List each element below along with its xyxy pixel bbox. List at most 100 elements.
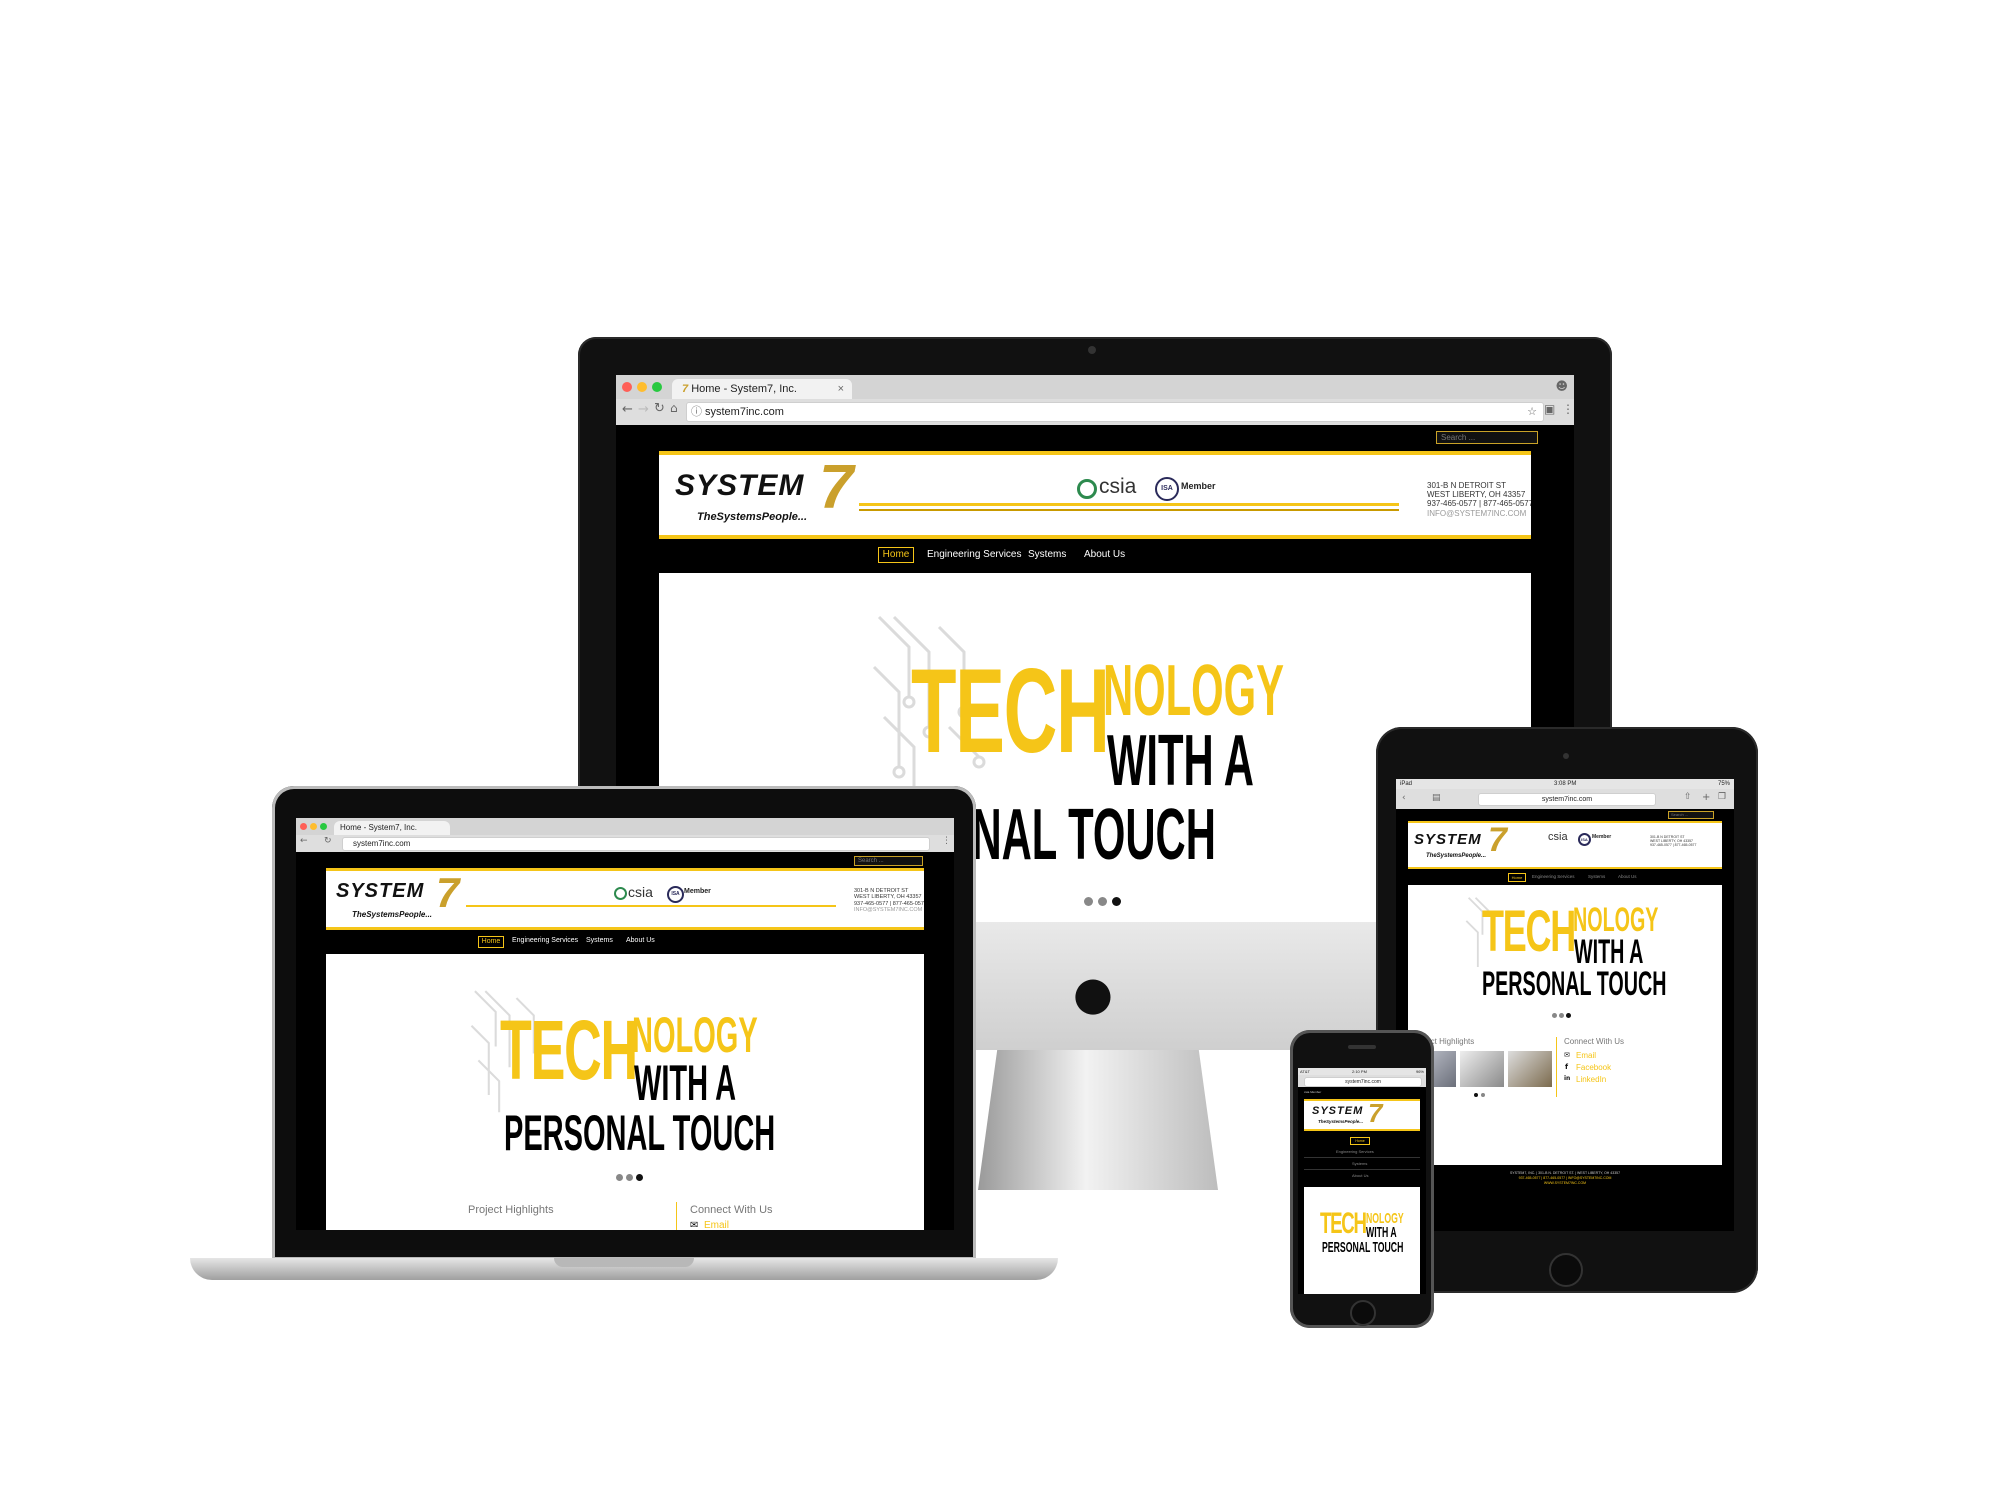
phone-time: 2:10 PM <box>1352 1069 1367 1074</box>
phone-nav-home[interactable]: Home <box>1350 1137 1370 1145</box>
phone-carrier: AT&T <box>1300 1069 1310 1074</box>
laptop-maximize-window-icon[interactable] <box>320 823 327 830</box>
slider-dot-1[interactable] <box>1084 897 1093 906</box>
reload-icon[interactable]: ↻ <box>654 401 665 416</box>
tablet-project-thumb-2[interactable] <box>1460 1051 1504 1087</box>
laptop-back-icon[interactable]: ← <box>300 836 308 846</box>
nav-engineering-services[interactable]: Engineering Services <box>927 549 1022 560</box>
banner-stripe-top <box>659 451 1531 455</box>
laptop-browser-tab[interactable]: Home - System7, Inc. <box>334 821 450 835</box>
tablet-bookmarks-icon[interactable]: ▤ <box>1432 793 1441 803</box>
laptop-notch <box>554 1258 694 1267</box>
nav-home[interactable]: Home <box>878 547 914 563</box>
maximize-window-icon[interactable] <box>652 382 662 392</box>
tablet-nav-about-us[interactable]: About Us <box>1618 874 1637 879</box>
slider-dot-2[interactable] <box>1098 897 1107 906</box>
browser-tab[interactable]: 7 Home - System7, Inc. × <box>672 379 852 399</box>
isa-logo-icon: ISA <box>1155 477 1179 501</box>
home-icon[interactable]: ⌂ <box>670 401 678 415</box>
tablet-email-link[interactable]: Email <box>1576 1051 1596 1060</box>
laptop-nav-home[interactable]: Home <box>478 936 504 948</box>
logo-wordmark: SYSTEM <box>675 469 805 502</box>
tab-close-icon[interactable]: × <box>838 379 844 399</box>
tablet-time: 3:08 PM <box>1554 781 1577 787</box>
tablet-status-bar: iPad 3:08 PM 75% <box>1396 779 1734 789</box>
laptop-hero-personal-touch: PERSONAL TOUCH <box>504 1105 776 1161</box>
laptop-logo-wordmark: SYSTEM <box>336 880 425 902</box>
phone-nav-engineering-services[interactable]: Engineering Services <box>1336 1149 1374 1154</box>
forward-icon[interactable]: → <box>638 402 649 417</box>
phone-hero-slider: TECH NOLOGY WITH A PERSONAL TOUCH <box>1304 1187 1420 1294</box>
bookmark-star-icon[interactable]: ☆ <box>1527 403 1537 421</box>
extension-icon[interactable]: ▣ <box>1544 402 1555 416</box>
tablet-hero-nology: NOLOGY <box>1573 901 1659 939</box>
tablet-home-button[interactable] <box>1549 1253 1583 1287</box>
tablet-linkedin-link[interactable]: LinkedIn <box>1576 1075 1606 1084</box>
phone-hero-with-a: WITH A <box>1366 1224 1397 1241</box>
tablet-tabs-icon[interactable]: ❐ <box>1718 792 1726 802</box>
tablet-project-dot-2[interactable] <box>1481 1093 1485 1097</box>
laptop-search-input[interactable]: Search ... <box>854 856 923 866</box>
tablet-address-bar[interactable]: system7inc.com <box>1478 793 1656 806</box>
nav-about-us[interactable]: About Us <box>1084 549 1125 560</box>
laptop-slider-dot-1[interactable] <box>616 1174 623 1181</box>
tablet-back-icon[interactable]: ‹ <box>1402 793 1406 803</box>
search-input[interactable]: Search ... <box>1436 431 1538 444</box>
tablet-nav-engineering-services[interactable]: Engineering Services <box>1532 874 1575 879</box>
tablet-linkedin-icon: in <box>1564 1075 1571 1082</box>
tablet-slider-dot-1[interactable] <box>1552 1013 1557 1018</box>
imac-camera <box>1088 346 1096 354</box>
laptop-nav-systems[interactable]: Systems <box>586 937 613 944</box>
phone-nav-systems[interactable]: Systems <box>1352 1161 1367 1166</box>
laptop-menu-icon[interactable]: ⋮ <box>942 836 951 846</box>
laptop-close-window-icon[interactable] <box>300 823 307 830</box>
address-line-1: 301-B N DETROIT ST <box>1427 481 1506 490</box>
laptop-slider-dot-3[interactable] <box>636 1174 643 1181</box>
laptop-address-bar[interactable]: system7inc.com <box>342 837 930 851</box>
phone-site-header-banner: SYSTEM 7 TheSystemsPeople... <box>1304 1099 1420 1131</box>
nav-systems[interactable]: Systems <box>1028 549 1066 560</box>
laptop-nav-about-us[interactable]: About Us <box>626 937 655 944</box>
slider-dot-3[interactable] <box>1112 897 1121 906</box>
profile-icon[interactable]: ☻ <box>1555 379 1568 393</box>
tablet-share-icon[interactable]: ⇧ <box>1684 792 1692 802</box>
address-line-2: WEST LIBERTY, OH 43357 <box>1427 490 1526 500</box>
tablet-nav-home[interactable]: Home <box>1508 873 1526 882</box>
tablet-website: Search ... SYSTEM 7 TheSystemsPeople... … <box>1396 809 1734 1231</box>
tablet-site-header-banner: SYSTEM 7 TheSystemsPeople... csia ISA Me… <box>1408 821 1722 869</box>
laptop-hero-slider: TECH NOLOGY WITH A PERSONAL TOUCH Projec… <box>326 954 924 1230</box>
phone-logo-wordmark: SYSTEM <box>1312 1105 1364 1117</box>
minimize-window-icon[interactable] <box>637 382 647 392</box>
tablet-battery: 75% <box>1717 781 1730 787</box>
laptop-contact-address: 301-B N DETROIT ST WEST LIBERTY, OH 4335… <box>854 888 924 913</box>
laptop-minimize-window-icon[interactable] <box>310 823 317 830</box>
laptop-reload-icon[interactable]: ↻ <box>324 836 332 846</box>
laptop-logo-seven: 7 <box>436 869 460 916</box>
back-icon[interactable]: ← <box>622 402 633 417</box>
tablet-search-input[interactable]: Search ... <box>1668 811 1714 819</box>
laptop-email-link[interactable]: Email <box>704 1220 729 1230</box>
tablet-nav-systems[interactable]: Systems <box>1588 874 1605 879</box>
phone-nav-about-us[interactable]: About Us <box>1352 1173 1368 1178</box>
laptop-email-icon: ✉ <box>690 1220 699 1230</box>
tablet-phone-line: 937-465-0577 | 877-465-0577 <box>1650 843 1697 848</box>
address-bar[interactable]: ⓘ system7inc.com ☆ <box>686 402 1544 422</box>
menu-icon[interactable]: ⋮ <box>1562 402 1574 416</box>
laptop-tab-title: Home - System7, Inc. <box>340 823 417 832</box>
tablet-project-dot-1[interactable] <box>1474 1093 1478 1097</box>
tablet-project-thumb-3[interactable] <box>1508 1051 1552 1087</box>
phone-home-button[interactable] <box>1350 1300 1376 1326</box>
tab-title: Home - System7, Inc. <box>691 383 797 395</box>
tablet-facebook-link[interactable]: Facebook <box>1576 1063 1611 1072</box>
laptop-csia-logo-icon <box>614 887 627 900</box>
close-window-icon[interactable] <box>622 382 632 392</box>
tablet-slider-dot-3[interactable] <box>1566 1013 1571 1018</box>
tablet-new-tab-icon[interactable]: + <box>1702 792 1710 803</box>
tablet-slider-dot-2[interactable] <box>1559 1013 1564 1018</box>
contact-address: 301-B N DETROIT ST WEST LIBERTY, OH 4335… <box>1427 481 1531 518</box>
phone-address-bar[interactable]: system7inc.com <box>1304 1077 1422 1087</box>
laptop-banner-stripe-bottom <box>326 927 924 930</box>
laptop-nav-engineering-services[interactable]: Engineering Services <box>512 937 578 944</box>
laptop-slider-dot-2[interactable] <box>626 1174 633 1181</box>
laptop-connect-heading: Connect With Us <box>690 1204 773 1216</box>
